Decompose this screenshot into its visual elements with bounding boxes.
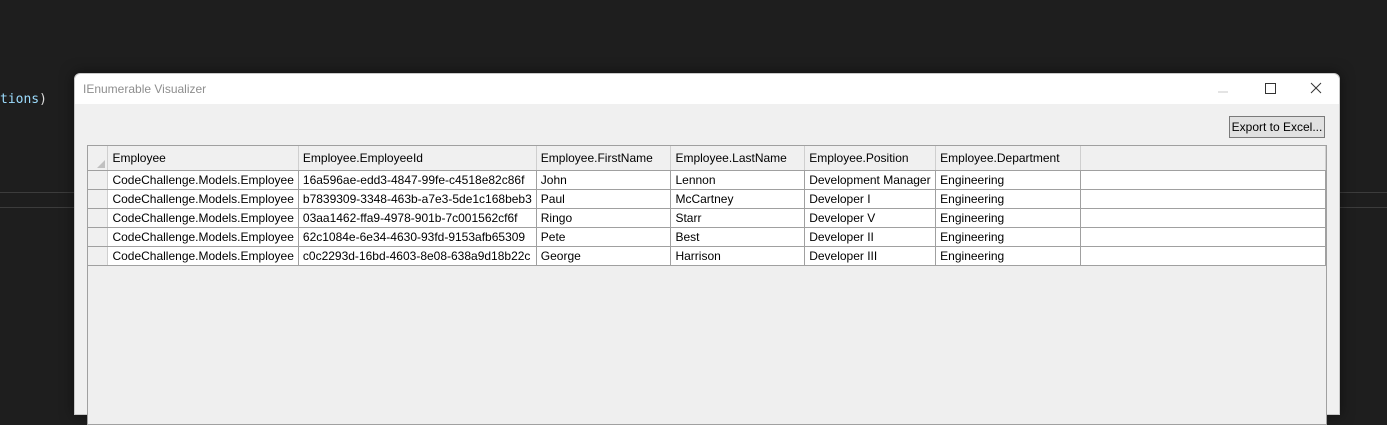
cell-employee-id[interactable]: 62c1084e-6e34-4630-93fd-9153afb65309: [298, 227, 537, 247]
data-table: Employee Employee.EmployeeId Employee.Fi…: [88, 146, 1327, 266]
column-header-employee-id[interactable]: Employee.EmployeeId: [298, 146, 537, 171]
cell-first-name[interactable]: Pete: [536, 227, 672, 247]
minimize-button[interactable]: [1208, 78, 1238, 100]
column-header-first-name[interactable]: Employee.FirstName: [536, 146, 672, 171]
cell-last-name[interactable]: Harrison: [670, 246, 806, 266]
cell-employee[interactable]: CodeChallenge.Models.Employee: [107, 189, 299, 209]
visualizer-dialog: IEnumerable Visualizer Export to Excel..…: [74, 73, 1340, 425]
select-all-icon: [97, 159, 105, 168]
close-button[interactable]: [1301, 78, 1331, 100]
cell-first-name[interactable]: Paul: [536, 189, 672, 209]
dialog-title: IEnumerable Visualizer: [83, 82, 207, 96]
code-identifier: tions: [0, 92, 40, 107]
cell-department[interactable]: Engineering: [935, 246, 1081, 266]
cell-employee-id[interactable]: 03aa1462-ffa9-4978-901b-7c001562cf6f: [298, 208, 537, 228]
table-row[interactable]: CodeChallenge.Models.Employee 03aa1462-f…: [88, 208, 1327, 228]
export-to-excel-button[interactable]: Export to Excel...: [1229, 116, 1325, 138]
title-bar[interactable]: IEnumerable Visualizer: [75, 74, 1339, 104]
column-header-filler: [1080, 146, 1327, 171]
maximize-button[interactable]: [1255, 78, 1285, 100]
cell-employee[interactable]: CodeChallenge.Models.Employee: [107, 170, 299, 190]
editor-divider: [1338, 192, 1387, 193]
cell-position[interactable]: Developer III: [804, 246, 937, 266]
cell-filler: [1080, 170, 1327, 190]
row-header[interactable]: [88, 227, 109, 247]
cell-first-name[interactable]: George: [536, 246, 672, 266]
cell-employee[interactable]: CodeChallenge.Models.Employee: [107, 227, 299, 247]
cell-employee-id[interactable]: 16a596ae-edd3-4847-99fe-c4518e82c86f: [298, 170, 537, 190]
code-fragment: tions): [0, 92, 47, 107]
select-all-corner[interactable]: [88, 146, 109, 171]
cell-last-name[interactable]: Starr: [670, 208, 806, 228]
cell-position[interactable]: Development Manager: [804, 170, 937, 190]
cell-employee[interactable]: CodeChallenge.Models.Employee: [107, 246, 299, 266]
cell-employee-id[interactable]: c0c2293d-16bd-4603-8e08-638a9d18b22c: [298, 246, 537, 266]
cell-first-name[interactable]: John: [536, 170, 672, 190]
row-header[interactable]: [88, 208, 109, 228]
cell-position[interactable]: Developer I: [804, 189, 937, 209]
row-header[interactable]: [88, 170, 109, 190]
cell-position[interactable]: Developer V: [804, 208, 937, 228]
row-header[interactable]: [88, 246, 109, 266]
minimize-icon: [1218, 91, 1228, 93]
editor-divider: [1338, 207, 1387, 208]
column-header-position[interactable]: Employee.Position: [804, 146, 937, 171]
column-header-employee[interactable]: Employee: [107, 146, 299, 171]
cell-employee[interactable]: CodeChallenge.Models.Employee: [107, 208, 299, 228]
column-header-last-name[interactable]: Employee.LastName: [670, 146, 806, 171]
maximize-icon: [1265, 83, 1276, 94]
cell-department[interactable]: Engineering: [935, 208, 1081, 228]
cell-last-name[interactable]: Best: [670, 227, 806, 247]
table-row[interactable]: CodeChallenge.Models.Employee c0c2293d-1…: [88, 246, 1327, 266]
table-row[interactable]: CodeChallenge.Models.Employee 62c1084e-6…: [88, 227, 1327, 247]
cell-first-name[interactable]: Ringo: [536, 208, 672, 228]
cell-department[interactable]: Engineering: [935, 227, 1081, 247]
cell-department[interactable]: Engineering: [935, 170, 1081, 190]
cell-filler: [1080, 189, 1327, 209]
header-row: Employee Employee.EmployeeId Employee.Fi…: [88, 146, 1327, 171]
table-row[interactable]: CodeChallenge.Models.Employee 16a596ae-e…: [88, 170, 1327, 190]
cell-last-name[interactable]: McCartney: [670, 189, 806, 209]
cell-filler: [1080, 227, 1327, 247]
cell-filler: [1080, 208, 1327, 228]
close-icon: [1310, 82, 1322, 94]
cell-last-name[interactable]: Lennon: [670, 170, 806, 190]
row-header[interactable]: [88, 189, 109, 209]
code-paren: ): [39, 92, 47, 107]
cell-employee-id[interactable]: b7839309-3348-463b-a7e3-5de1c168beb3: [298, 189, 537, 209]
cell-department[interactable]: Engineering: [935, 189, 1081, 209]
table-row[interactable]: CodeChallenge.Models.Employee b7839309-3…: [88, 189, 1327, 209]
editor-divider: [0, 207, 74, 208]
data-grid[interactable]: Employee Employee.EmployeeId Employee.Fi…: [87, 145, 1327, 425]
cell-position[interactable]: Developer II: [804, 227, 937, 247]
editor-divider: [0, 192, 74, 193]
cell-filler: [1080, 246, 1327, 266]
column-header-department[interactable]: Employee.Department: [935, 146, 1081, 171]
